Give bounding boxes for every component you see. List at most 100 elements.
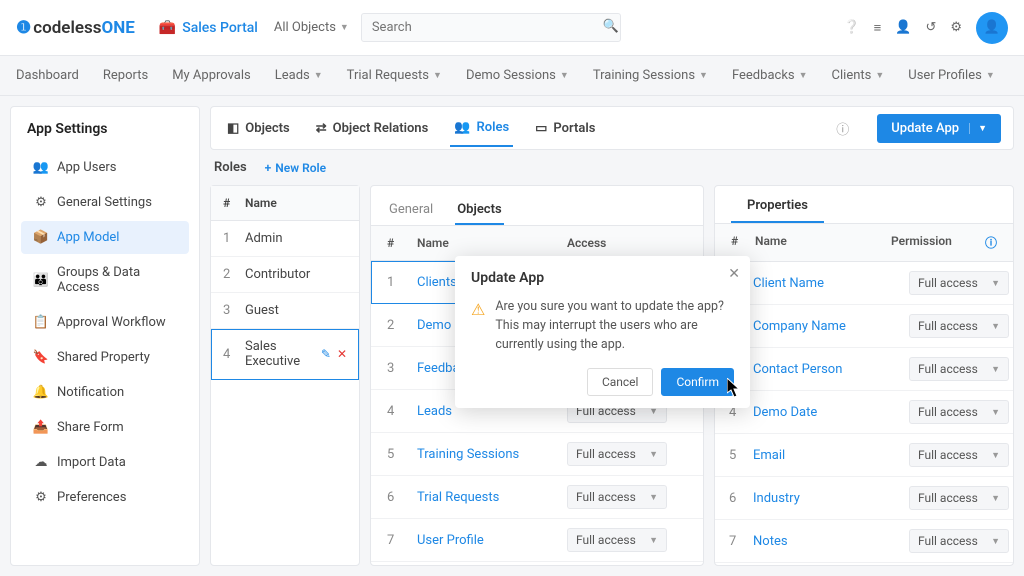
col-num: # — [223, 196, 245, 210]
role-row[interactable]: 2Contributor — [211, 257, 359, 293]
property-row[interactable]: 1Client NameFull access▼ — [715, 262, 1013, 305]
subtab-general[interactable]: General — [387, 196, 435, 225]
nav-leads[interactable]: Leads▼ — [275, 68, 323, 83]
property-row[interactable]: 8Phone NumberFull access▼ — [715, 563, 1013, 565]
sidebar: App Settings 👥App Users⚙General Settings… — [10, 106, 200, 566]
tab-icon: ◧ — [227, 121, 239, 136]
sidebar-item-preferences[interactable]: ⚙Preferences — [21, 481, 189, 514]
tab-object-relations[interactable]: ⇄Object Relations — [312, 110, 433, 147]
sidebar-item-import-data[interactable]: ☁Import Data — [21, 446, 189, 479]
object-link[interactable]: User Profile — [417, 533, 567, 548]
col-name: Name — [417, 236, 567, 250]
search-input[interactable] — [361, 13, 621, 42]
property-row[interactable]: 6IndustryFull access▼ — [715, 477, 1013, 520]
sidebar-icon: ⚙ — [33, 195, 49, 210]
new-role-button[interactable]: + New Role — [265, 161, 326, 175]
access-select[interactable]: Full access▼ — [567, 528, 667, 552]
access-select[interactable]: Full access▼ — [567, 485, 667, 509]
property-row[interactable]: 4Demo DateFull access▼ — [715, 391, 1013, 434]
role-row[interactable]: 1Admin — [211, 221, 359, 257]
nav-my-approvals[interactable]: My Approvals — [172, 68, 251, 83]
nav-trial-requests[interactable]: Trial Requests▼ — [347, 68, 442, 83]
property-link[interactable]: Demo Date — [753, 405, 909, 420]
top-icon-group: ❔ ≡ 👤 ↺ ⚙ 👤 — [843, 12, 1008, 44]
caret-down-icon[interactable]: ▼ — [969, 123, 987, 134]
nav-clients[interactable]: Clients▼ — [832, 68, 885, 83]
gear-icon[interactable]: ⚙ — [950, 20, 962, 35]
sidebar-item-notification[interactable]: 🔔Notification — [21, 376, 189, 409]
nav-feedbacks[interactable]: Feedbacks▼ — [732, 68, 808, 83]
property-link[interactable]: Client Name — [753, 276, 909, 291]
nav-training-sessions[interactable]: Training Sessions▼ — [593, 68, 708, 83]
delete-icon[interactable]: ✕ — [337, 347, 347, 361]
sidebar-icon: 📋 — [33, 315, 49, 330]
property-row[interactable]: 5EmailFull access▼ — [715, 434, 1013, 477]
permission-select[interactable]: Full access▼ — [909, 357, 1009, 381]
nav-dashboard[interactable]: Dashboard — [16, 68, 79, 83]
permission-select[interactable]: Full access▼ — [909, 443, 1009, 467]
nav-demo-sessions[interactable]: Demo Sessions▼ — [466, 68, 569, 83]
nav-reports[interactable]: Reports — [103, 68, 148, 83]
sidebar-item-groups-data-access[interactable]: 👪Groups & Data Access — [21, 256, 189, 304]
history-icon[interactable]: ↺ — [925, 20, 936, 35]
role-row[interactable]: 3Guest — [211, 293, 359, 329]
sidebar-item-approval-workflow[interactable]: 📋Approval Workflow — [21, 306, 189, 339]
sidebar-item-shared-property[interactable]: 🔖Shared Property — [21, 341, 189, 374]
col-name: Name — [245, 196, 277, 210]
object-row[interactable]: 7User ProfileFull access▼ — [371, 519, 703, 562]
tab-label: Object Relations — [333, 121, 429, 136]
tab-roles[interactable]: 👥Roles — [450, 110, 513, 147]
sidebar-icon: 🔔 — [33, 385, 49, 400]
permission-select[interactable]: Full access▼ — [909, 314, 1009, 338]
tab-portals[interactable]: ▭Portals — [531, 110, 599, 147]
info-icon[interactable]: ⓘ — [836, 119, 849, 138]
permission-select[interactable]: Full access▼ — [909, 271, 1009, 295]
db-icon[interactable]: ≡ — [874, 20, 882, 36]
sidebar-item-app-model[interactable]: 📦App Model — [21, 221, 189, 254]
object-row[interactable]: 6Trial RequestsFull access▼ — [371, 476, 703, 519]
object-link[interactable]: Trial Requests — [417, 490, 567, 505]
search-icon: 🔍 — [603, 19, 619, 34]
sidebar-item-share-form[interactable]: 📤Share Form — [21, 411, 189, 444]
update-app-button[interactable]: Update App ▼ — [877, 114, 1001, 143]
permission-select[interactable]: Full access▼ — [909, 486, 1009, 510]
role-row[interactable]: 4Sales Executive✎✕ — [211, 329, 359, 380]
confirm-button[interactable]: Confirm — [661, 368, 734, 396]
property-row[interactable]: 7NotesFull access▼ — [715, 520, 1013, 563]
object-link[interactable]: Training Sessions — [417, 447, 567, 462]
user-add-icon[interactable]: 👤 — [895, 20, 911, 35]
avatar[interactable]: 👤 — [976, 12, 1008, 44]
sidebar-item-label: Preferences — [57, 490, 126, 505]
col-name: Name — [755, 234, 891, 251]
edit-icon[interactable]: ✎ — [321, 347, 331, 361]
logo-mark-icon: ❶ — [16, 18, 31, 38]
access-select[interactable]: Full access▼ — [567, 442, 667, 466]
object-row[interactable]: 5Training SessionsFull access▼ — [371, 433, 703, 476]
property-row[interactable]: 2Company NameFull access▼ — [715, 305, 1013, 348]
permission-select[interactable]: Full access▼ — [909, 400, 1009, 424]
roles-title: Roles — [214, 160, 247, 175]
cancel-button[interactable]: Cancel — [587, 368, 654, 396]
property-link[interactable]: Email — [753, 448, 909, 463]
subtab-objects[interactable]: Objects — [455, 196, 503, 225]
help-icon[interactable]: ❔ — [843, 20, 859, 35]
tab-objects[interactable]: ◧Objects — [223, 110, 294, 147]
object-selector[interactable]: All Objects ▼ — [274, 20, 349, 35]
role-name: Admin — [245, 231, 347, 246]
property-link[interactable]: Industry — [753, 491, 909, 506]
object-selector-label: All Objects — [274, 20, 336, 35]
app-switcher[interactable]: 🧰 Sales Portal — [159, 20, 258, 36]
property-link[interactable]: Company Name — [753, 319, 909, 334]
info-icon[interactable]: ⓘ — [985, 234, 997, 251]
sidebar-item-general-settings[interactable]: ⚙General Settings — [21, 186, 189, 219]
tab-icon: 👥 — [454, 120, 470, 135]
sidebar-item-app-users[interactable]: 👥App Users — [21, 151, 189, 184]
permission-select[interactable]: Full access▼ — [909, 529, 1009, 553]
close-icon[interactable]: ✕ — [728, 266, 740, 282]
property-link[interactable]: Notes — [753, 534, 909, 549]
property-link[interactable]: Contact Person — [753, 362, 909, 377]
plus-icon: + — [265, 161, 272, 175]
nav-user-profiles[interactable]: User Profiles▼ — [908, 68, 994, 83]
property-row[interactable]: 3Contact PersonFull access▼ — [715, 348, 1013, 391]
col-num: # — [387, 236, 417, 250]
